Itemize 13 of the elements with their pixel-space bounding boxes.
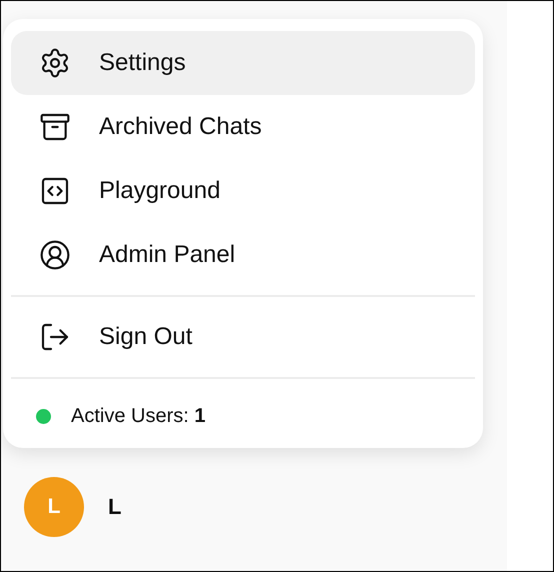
menu-item[interactable]: Settings — [11, 31, 475, 95]
menu-item-label: Playground — [99, 177, 220, 205]
user-icon — [39, 239, 71, 271]
user-name: L — [108, 494, 122, 520]
sign-out-icon — [39, 321, 71, 353]
code-icon — [39, 175, 71, 207]
archive-box-icon — [39, 111, 71, 143]
active-users-text: Active Users: 1 — [71, 404, 206, 428]
menu-item-label: Admin Panel — [99, 241, 236, 269]
menu-item-label: Archived Chats — [99, 113, 262, 141]
settings-icon — [39, 47, 71, 79]
menu-item-label: Sign Out — [99, 323, 192, 351]
menu-item-label: Settings — [99, 49, 186, 77]
